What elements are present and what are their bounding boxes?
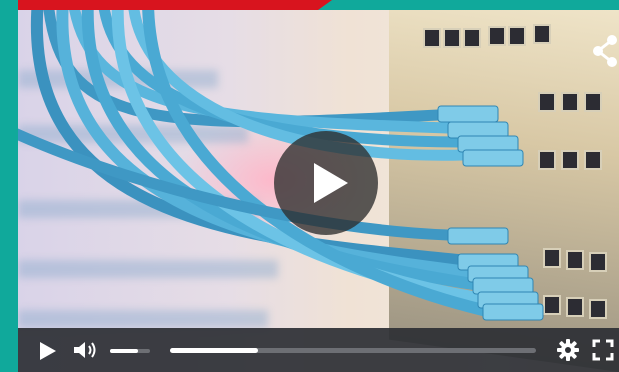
control-bar: [18, 328, 619, 372]
play-circle-icon: [314, 163, 348, 203]
settings-button[interactable]: [556, 338, 580, 362]
progress-fill: [170, 348, 258, 353]
play-icon: [40, 342, 56, 360]
volume-icon: [74, 342, 96, 358]
play-button[interactable]: [36, 340, 58, 362]
video-thumbnail[interactable]: [18, 10, 619, 372]
volume-slider[interactable]: [110, 349, 150, 353]
video-player-frame: [0, 0, 619, 372]
volume-level: [110, 349, 138, 353]
progress-bar[interactable]: [170, 348, 536, 353]
big-play-button[interactable]: [274, 131, 378, 235]
top-red-banner: [18, 0, 332, 10]
share-button[interactable]: [590, 34, 619, 68]
fullscreen-button[interactable]: [591, 338, 615, 362]
share-icon: [593, 35, 617, 67]
gear-icon: [557, 339, 579, 361]
fullscreen-icon: [592, 339, 614, 361]
volume-button[interactable]: [72, 339, 100, 361]
